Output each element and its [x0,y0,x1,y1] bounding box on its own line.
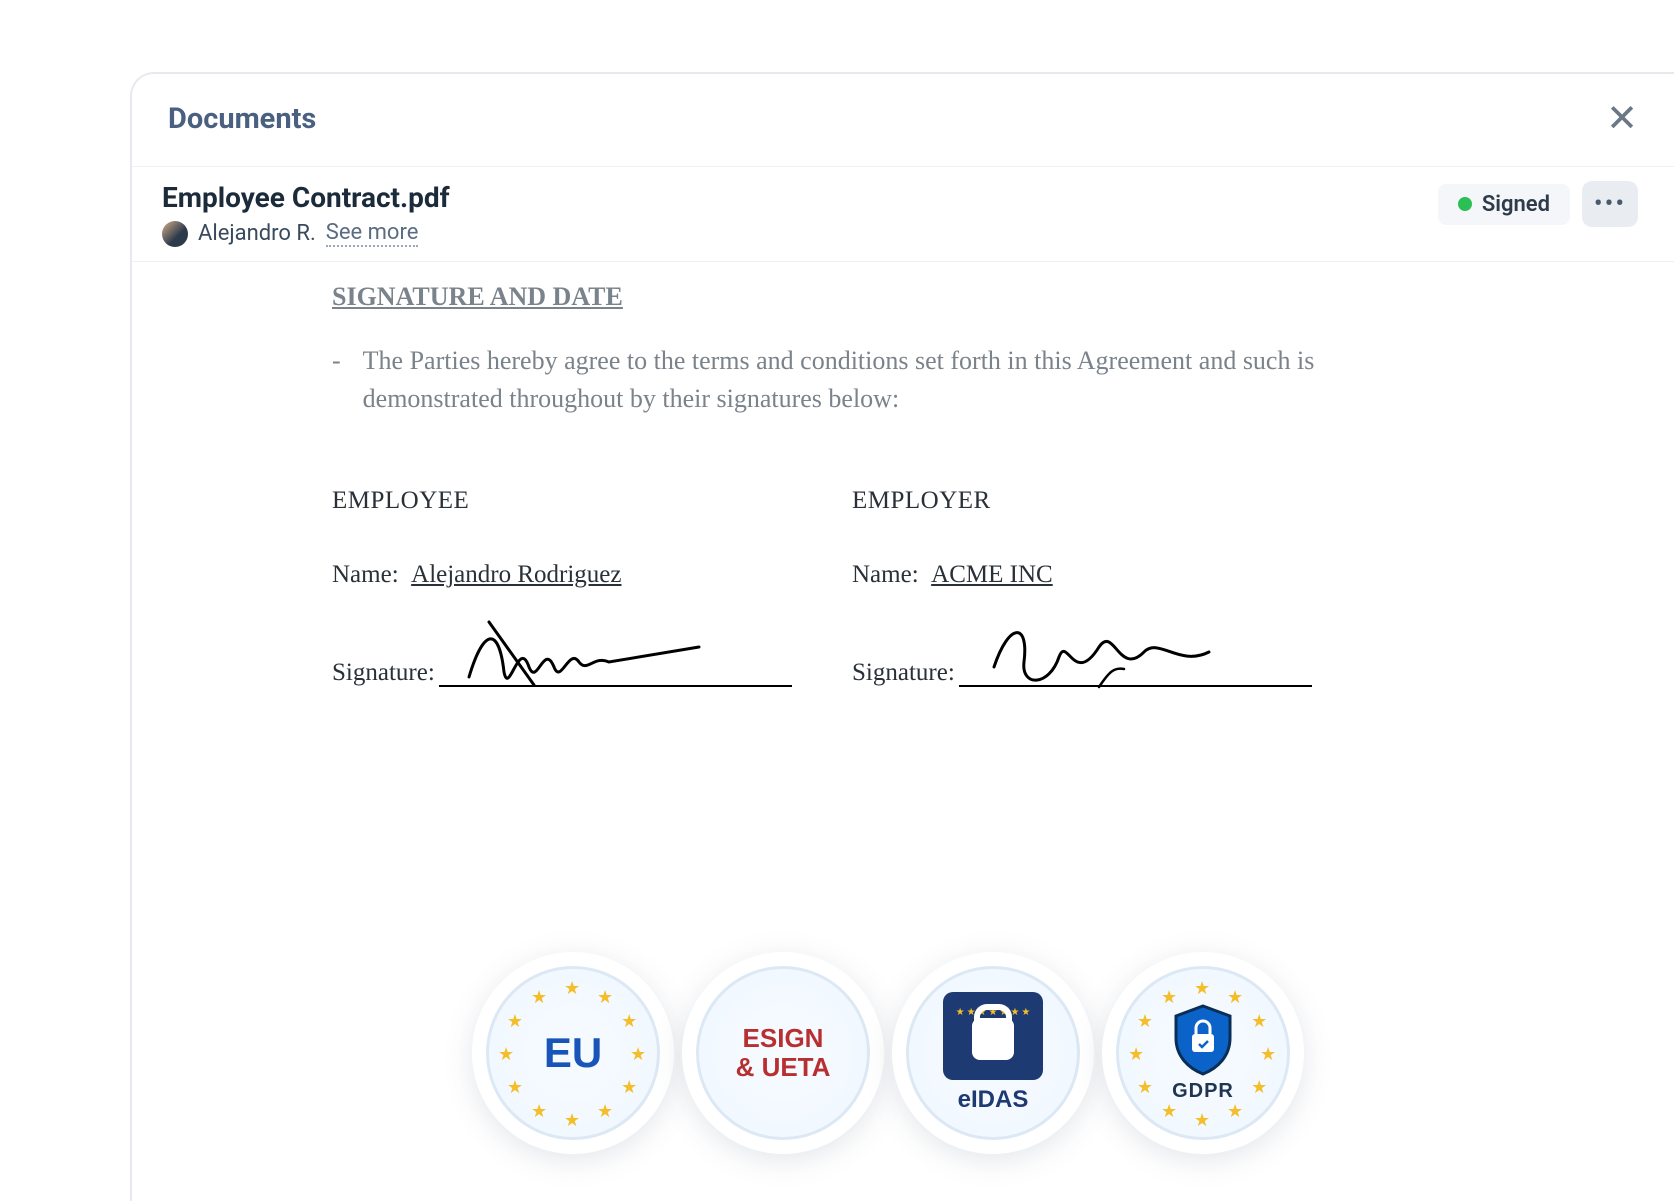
document-filename: Employee Contract.pdf [162,181,450,214]
document-owner: Alejandro R. [198,221,316,246]
employer-signature-icon [979,607,1229,697]
employer-signature-label: Signature: [852,659,955,687]
esign-line2: & UETA [736,1053,831,1082]
employee-name-label: Name: [332,561,399,588]
lock-icon [972,1018,1014,1060]
panel-title: Documents [168,102,316,136]
gdpr-badge: ★★★★★★★★★★★★ GDPR [1102,952,1304,1154]
employer-signature-line [959,659,1312,687]
compliance-badges: ★★★★★★★★★★★★ EU ESIGN & UETA ★★★★★★★ [472,952,1304,1154]
employer-column: EMPLOYER Name: ACME INC Signature: [852,487,1312,687]
more-actions-button[interactable]: ••• [1582,181,1638,227]
section-heading: SIGNATURE AND DATE [332,282,1614,312]
esign-line1: ESIGN [736,1024,831,1053]
esign-badge: ESIGN & UETA [682,952,884,1154]
documents-panel: Documents ✕ Employee Contract.pdf Alejan… [130,72,1674,1201]
avatar [162,221,188,247]
employee-role: EMPLOYEE [332,487,792,515]
status-badge: Signed [1438,184,1570,225]
agreement-text: The Parties hereby agree to the terms an… [363,342,1392,417]
close-icon[interactable]: ✕ [1606,100,1638,138]
bullet-dash: - [332,342,341,417]
status-label: Signed [1482,192,1550,217]
eidas-badge: ★★★★★★★ eIDAS [892,952,1094,1154]
employee-signature-icon [459,607,709,697]
employer-name-value: ACME INC [931,561,1053,588]
employee-name-value: Alejandro Rodriguez [411,561,621,588]
panel-header: Documents ✕ [132,74,1674,167]
see-more-link[interactable]: See more [326,220,419,247]
document-meta: Alejandro R. See more [162,220,450,247]
document-body: SIGNATURE AND DATE - The Parties hereby … [132,262,1674,687]
employee-signature-line [439,659,792,687]
eidas-icon: ★★★★★★★ [943,992,1043,1080]
status-dot-icon [1458,197,1472,211]
employer-role: EMPLOYER [852,487,1312,515]
employer-name-label: Name: [852,561,919,588]
eu-badge: ★★★★★★★★★★★★ EU [472,952,674,1154]
employee-column: EMPLOYEE Name: Alejandro Rodriguez Signa… [332,487,792,687]
document-header: Employee Contract.pdf Alejandro R. See m… [132,167,1674,262]
eidas-label: eIDAS [958,1086,1029,1114]
employee-signature-label: Signature: [332,659,435,687]
